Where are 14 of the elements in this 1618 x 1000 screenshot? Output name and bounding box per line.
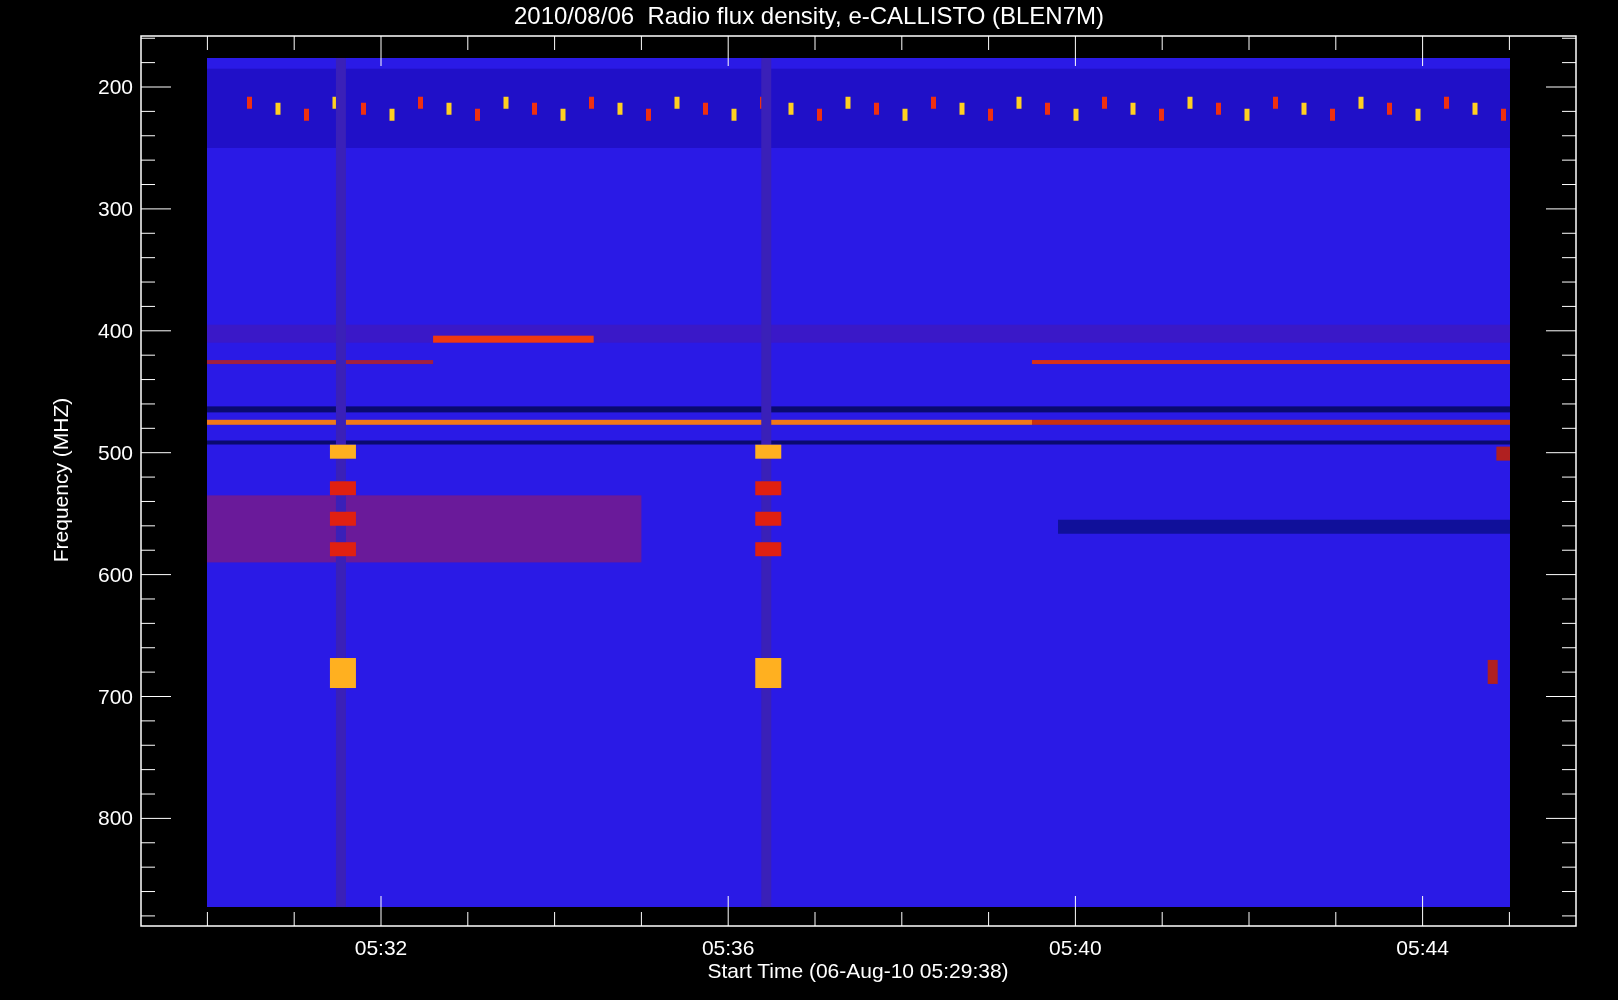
tick-label: 05:36 <box>701 936 755 959</box>
tick-label: 600 <box>97 562 133 586</box>
axis-label: Frequency (MHZ) <box>49 397 72 563</box>
tick-label: 200 <box>97 75 133 98</box>
tick-label: 05:40 <box>1049 936 1102 959</box>
tick-label: 05:44 <box>1396 936 1449 959</box>
chart-title: 2010/08/06 Radio flux density, e-CALLISTO (BLEN7M) <box>513 2 1105 29</box>
axis-label: Start Time (06-Aug-10 05:29:38) <box>707 959 1009 982</box>
tick-label: 400 <box>97 318 133 342</box>
tick-label: 700 <box>97 684 133 708</box>
tick-label: 05:32 <box>354 936 408 959</box>
tick-label: 500 <box>97 440 133 464</box>
tick-label: 300 <box>97 196 133 220</box>
tick-label: 800 <box>97 806 133 830</box>
